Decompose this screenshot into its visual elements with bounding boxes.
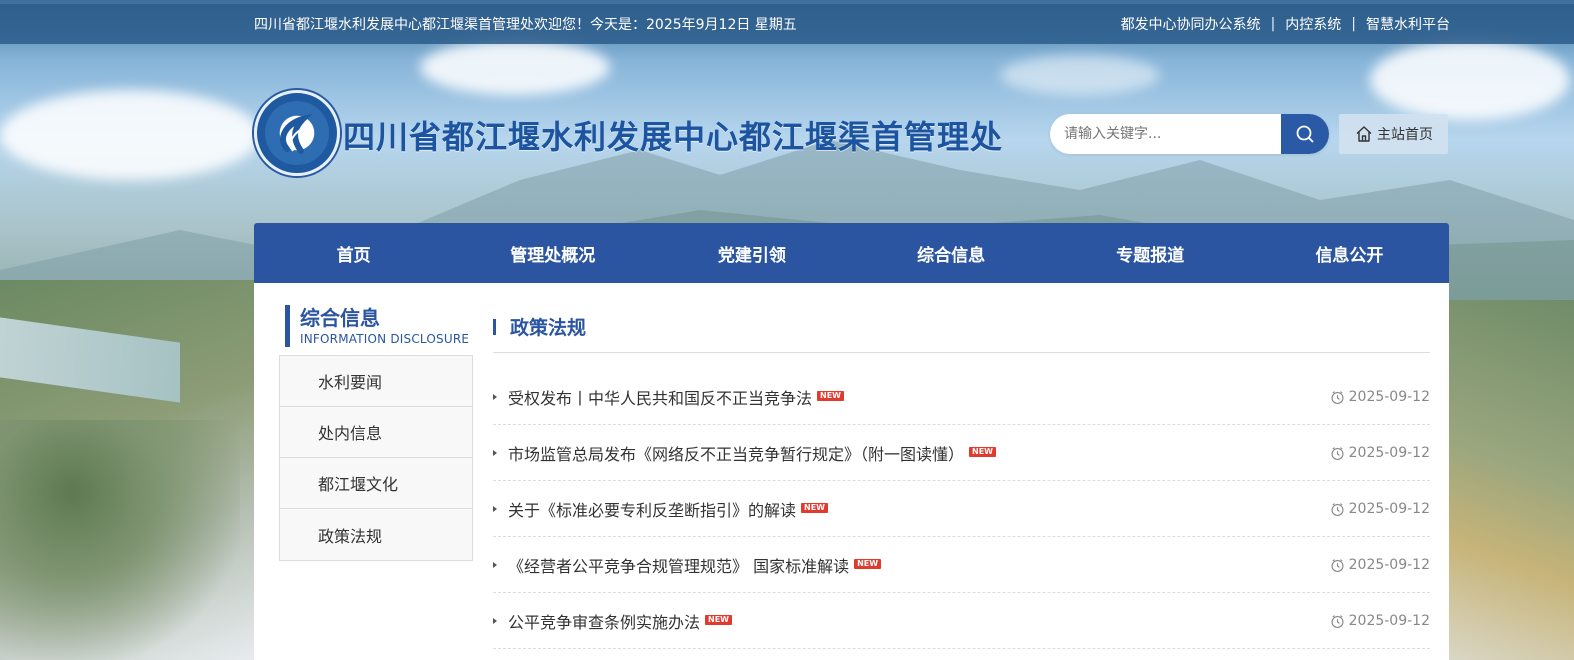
nav-item-disclosure[interactable]: 信息公开: [1250, 223, 1449, 283]
news-title[interactable]: 公平竞争审查条例实施办法: [508, 609, 700, 633]
news-date: 2025-09-12: [1348, 557, 1430, 573]
news-title[interactable]: 市场监管总局发布《网络反不正当竞争暂行规定》（附一图读懂）: [508, 441, 964, 465]
new-badge: NEW: [854, 558, 882, 569]
search-box: [1050, 114, 1329, 154]
sidebar-header: 综合信息 INFORMATION DISCLOSURE: [285, 305, 469, 347]
nav-item-info[interactable]: 综合信息: [852, 223, 1051, 283]
nav-item-overview[interactable]: 管理处概况: [453, 223, 652, 283]
link-separator: |: [1351, 16, 1356, 32]
clock-icon: [1331, 502, 1344, 516]
nav-item-home[interactable]: 首页: [254, 223, 453, 283]
content-panel: 综合信息 INFORMATION DISCLOSURE 水利要闻 处内信息 都江…: [254, 283, 1449, 660]
welcome-text: 四川省都江堰水利发展中心都江堰渠首管理处欢迎您！今天是：2025年9月12日 星…: [254, 17, 797, 33]
search-input[interactable]: [1050, 114, 1281, 154]
link-separator: |: [1270, 16, 1276, 32]
search-icon: [1296, 125, 1314, 143]
home-icon: [1356, 126, 1372, 142]
link-internal-control[interactable]: 内控系统: [1285, 14, 1341, 34]
news-title[interactable]: 《经营者公平竞争合规管理规范》 国家标准解读: [508, 553, 849, 577]
news-date-wrap: 2025-09-12: [1330, 537, 1430, 593]
site-title: 四川省都江堰水利发展中心都江堰渠首管理处: [343, 118, 1004, 156]
link-office-system[interactable]: 都发中心协同办公系统: [1121, 14, 1261, 34]
bullet-icon: [493, 449, 497, 456]
bullet-icon: [493, 561, 497, 568]
top-bar: 四川省都江堰水利发展中心都江堰渠首管理处欢迎您！今天是：2025年9月12日 星…: [0, 4, 1574, 44]
bullet-icon: [493, 617, 497, 624]
sidebar-item-internal-info[interactable]: 处内信息: [280, 407, 472, 458]
news-date: 2025-09-12: [1348, 501, 1430, 517]
clock-icon: [1331, 614, 1344, 628]
news-date-wrap: 2025-09-12: [1330, 481, 1430, 537]
bullet-icon: [493, 393, 497, 400]
nav-item-party[interactable]: 党建引领: [652, 223, 851, 283]
sidebar-subtitle: INFORMATION DISCLOSURE: [300, 332, 470, 346]
news-date: 2025-09-12: [1348, 389, 1430, 405]
news-title[interactable]: 受权发布丨中华人民共和国反不正当竞争法: [508, 385, 812, 409]
news-date-wrap: 2025-09-12: [1330, 593, 1430, 649]
home-button[interactable]: 主站首页: [1339, 114, 1448, 154]
new-badge: NEW: [969, 446, 996, 457]
sidebar-menu: 水利要闻 处内信息 都江堰文化 政策法规: [279, 355, 473, 561]
home-label: 主站首页: [1377, 127, 1433, 143]
news-title[interactable]: 关于《标准必要专利反垄断指引》的解读: [508, 497, 796, 521]
bullet-icon: [493, 505, 497, 512]
news-date: 2025-09-12: [1348, 445, 1430, 461]
nav-item-special[interactable]: 专题报道: [1051, 223, 1250, 283]
search-button[interactable]: [1281, 114, 1329, 154]
list-item[interactable]: 受权发布丨中华人民共和国反不正当竞争法 NEW 2025-09-12: [493, 369, 1430, 425]
list-item[interactable]: 公平竞争审查条例实施办法 NEW 2025-09-12: [493, 593, 1430, 649]
new-badge: NEW: [801, 502, 828, 513]
sidebar-title: 综合信息: [300, 306, 380, 330]
sidebar-item-policy[interactable]: 政策法规: [280, 509, 472, 560]
top-links: 都发中心协同办公系统 | 内控系统 | 智慧水利平台: [1121, 14, 1450, 34]
clock-icon: [1331, 446, 1344, 460]
sidebar-item-water-news[interactable]: 水利要闻: [280, 356, 472, 407]
main-nav: 首页 管理处概况 党建引领 综合信息 专题报道 信息公开: [254, 223, 1449, 283]
news-date-wrap: 2025-09-12: [1330, 425, 1430, 481]
clock-icon: [1331, 390, 1344, 404]
news-list: 受权发布丨中华人民共和国反不正当竞争法 NEW 2025-09-12 市场监管总…: [493, 369, 1430, 649]
sidebar-item-culture[interactable]: 都江堰文化: [280, 458, 472, 509]
site-logo[interactable]: [254, 90, 340, 176]
section-header: 政策法规: [493, 313, 1430, 353]
link-smart-water[interactable]: 智慧水利平台: [1366, 14, 1450, 34]
new-badge: NEW: [705, 614, 732, 625]
list-item[interactable]: 关于《标准必要专利反垄断指引》的解读 NEW 2025-09-12: [493, 481, 1430, 537]
section-title: 政策法规: [510, 317, 587, 339]
new-badge: NEW: [817, 390, 844, 401]
section-title-marker: [493, 319, 496, 335]
list-item[interactable]: 《经营者公平竞争合规管理规范》 国家标准解读 NEW 2025-09-12: [493, 537, 1430, 593]
news-date-wrap: 2025-09-12: [1330, 369, 1430, 425]
news-date: 2025-09-12: [1348, 613, 1430, 629]
clock-icon: [1331, 558, 1344, 572]
list-item[interactable]: 市场监管总局发布《网络反不正当竞争暂行规定》（附一图读懂） NEW 2025-0…: [493, 425, 1430, 481]
